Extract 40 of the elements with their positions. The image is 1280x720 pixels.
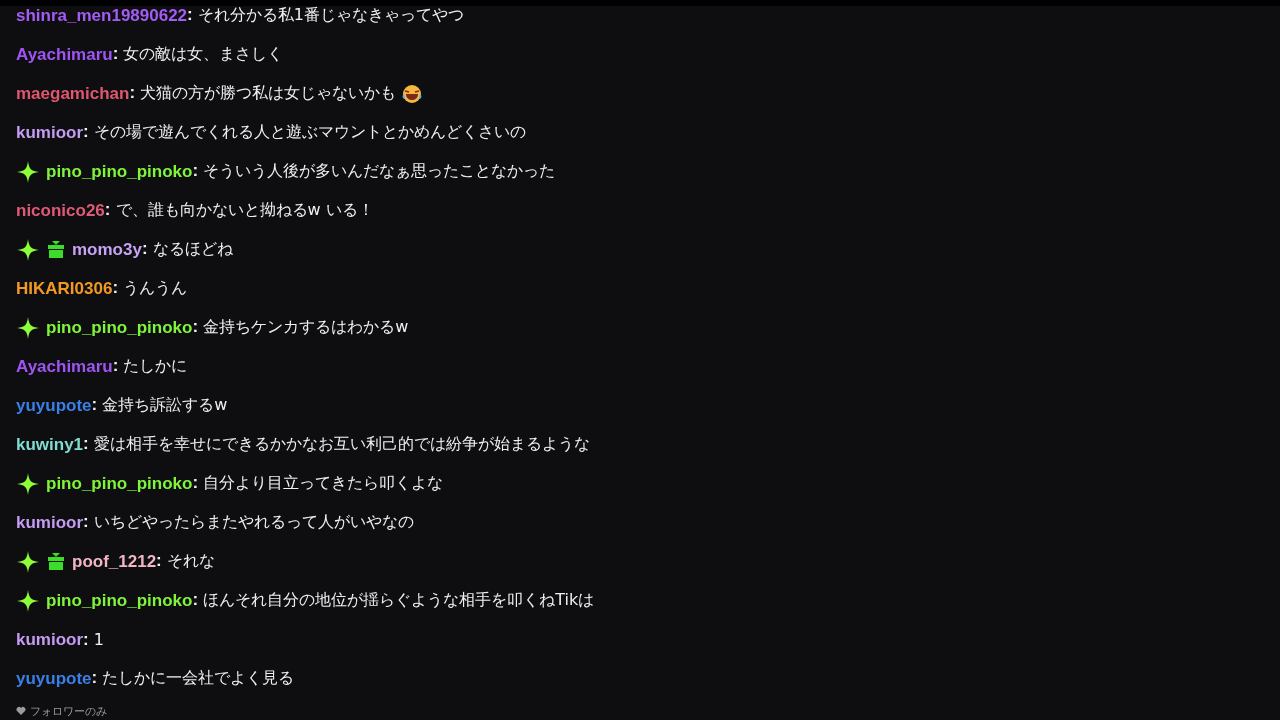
gift-icon (46, 551, 66, 572)
username[interactable]: momo3y (72, 239, 142, 260)
chat-message: : うんうん (112, 278, 188, 299)
username[interactable]: yuyupote (16, 668, 92, 689)
gift-icon (46, 239, 66, 260)
chat-message: : それ分かる私1番じゃなきゃってやつ (187, 5, 464, 26)
username[interactable]: shinra_men19890622 (16, 5, 188, 26)
username[interactable]: niconico26 (16, 200, 105, 221)
chat-message: : で、誰も向かないと拗ねるw いる！ (104, 200, 374, 221)
chat-message: : 1 (83, 629, 104, 650)
username[interactable]: yuyupote (16, 395, 92, 416)
chat-message: : そういう人後が多いんだなぁ思ったことなかった (192, 161, 556, 182)
chat-message: : 犬猫の方が勝つ私は女じゃないかも (129, 83, 397, 104)
username[interactable]: kumioor (16, 629, 84, 650)
heart-icon (16, 706, 26, 716)
username[interactable]: maegamichan (16, 83, 130, 104)
chat-message: : それな (156, 551, 215, 572)
username[interactable]: Ayachimaru (16, 44, 113, 65)
chat-message: : ほんそれ自分の地位が揺らぐような相手を叩くねTikは (192, 590, 595, 611)
chat-message: : 愛は相手を幸せにできるかかなお互い利己的では紛争が始まるような (83, 434, 590, 455)
chat-message: : 自分より目立ってきたら叩くよな (192, 473, 444, 494)
chat-message: : いちどやったらまたやれるって人がいやなの (83, 512, 414, 533)
username[interactable]: pino_pino_pinoko (46, 590, 193, 611)
chat-message: : 金持ちケンカするはわかるw (192, 317, 409, 338)
username[interactable]: pino_pino_pinoko (46, 161, 193, 182)
chat-message: : たしかに (112, 356, 188, 377)
username[interactable]: kumioor (16, 512, 84, 533)
username[interactable]: pino_pino_pinoko (46, 317, 193, 338)
chat-message: : 金持ち訴訟するw (91, 395, 228, 416)
username[interactable]: kuwiny1 (16, 434, 84, 455)
chat-message: : 女の敵は女、まさしく (112, 44, 284, 65)
followers-only-label: フォロワーのみ (30, 703, 107, 719)
username[interactable]: HIKARI0306 (16, 278, 113, 299)
chat-message: : たしかに一会社でよく見る (91, 668, 295, 689)
username[interactable]: poof_1212 (72, 551, 157, 572)
chat-message: : なるほどね (141, 239, 233, 260)
username[interactable]: kumioor (16, 122, 84, 143)
username[interactable]: Ayachimaru (16, 356, 113, 377)
username[interactable]: pino_pino_pinoko (46, 473, 193, 494)
chat-message: : その場で遊んでくれる人と遊ぶマウントとかめんどくさいの (83, 122, 526, 143)
